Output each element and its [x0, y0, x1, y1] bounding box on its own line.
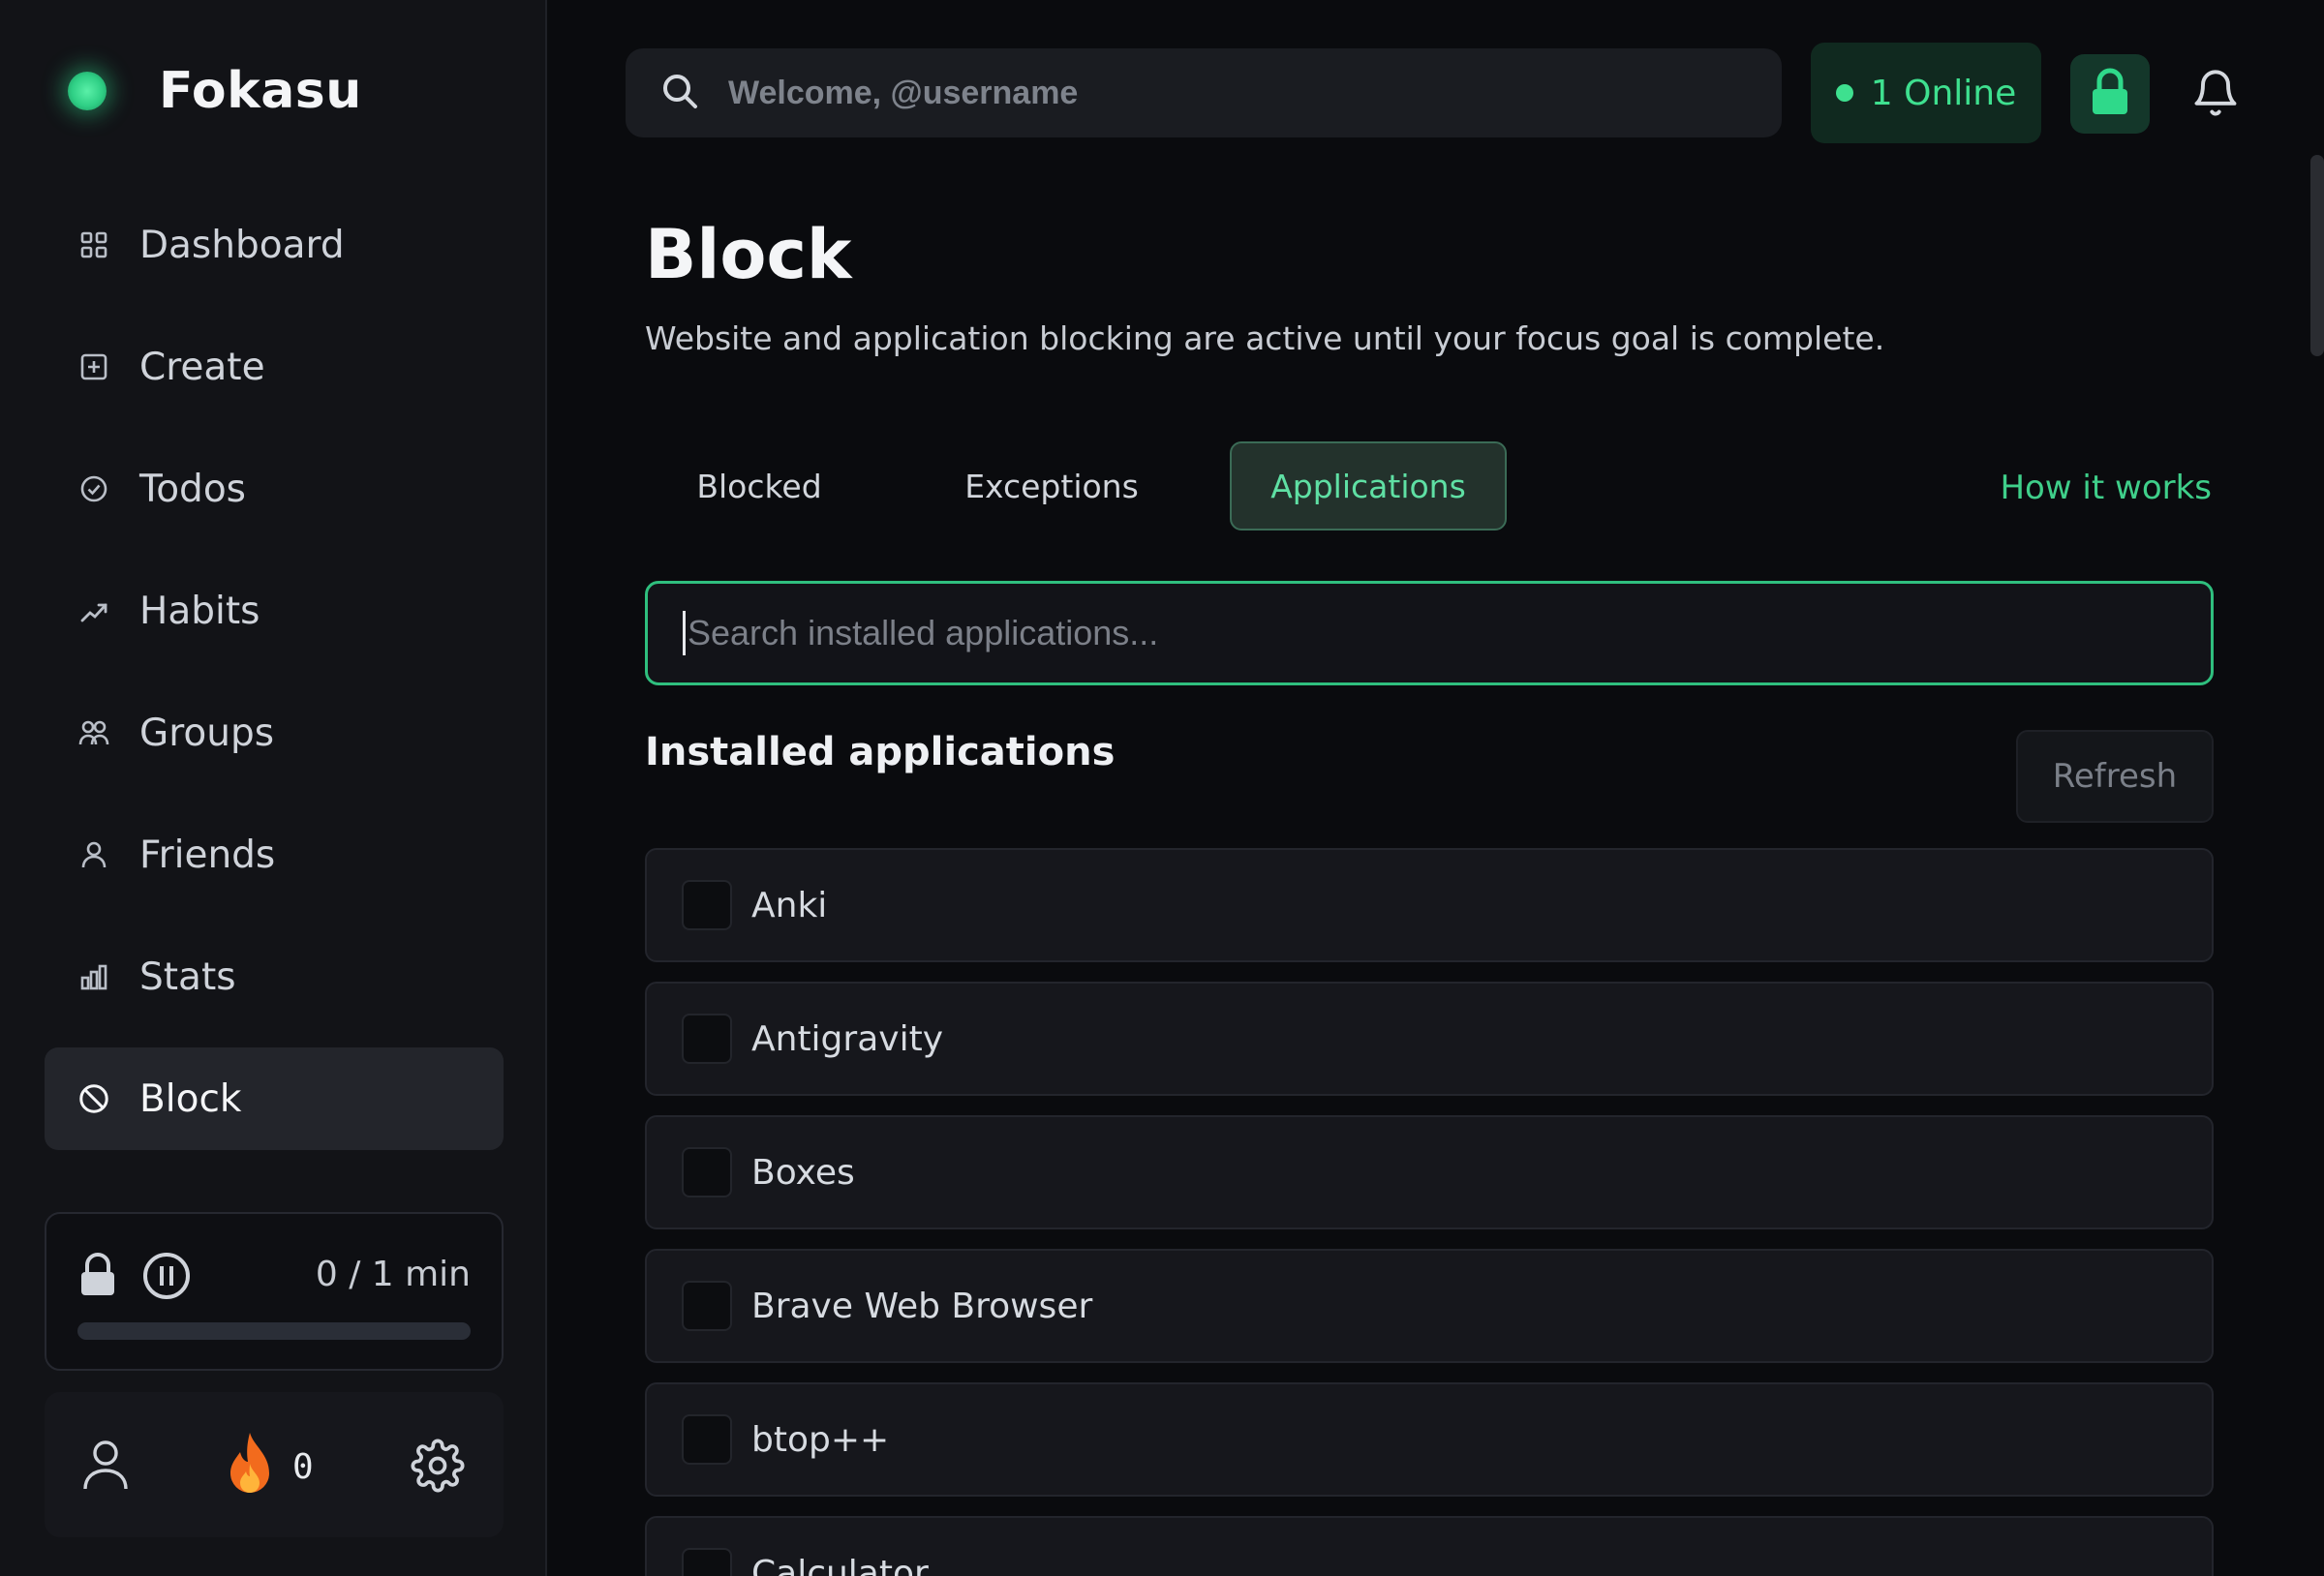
- text-caret: [683, 611, 686, 655]
- brand[interactable]: Fokasu: [68, 62, 362, 120]
- global-search-bar[interactable]: [626, 48, 1782, 137]
- sidebar-item-label: Dashboard: [139, 223, 345, 267]
- sidebar-nav: Dashboard Create Todos Habits Groups Fri…: [45, 194, 504, 1169]
- app-name: Brave Web Browser: [751, 1286, 1093, 1326]
- sidebar-item-groups[interactable]: Groups: [45, 682, 504, 784]
- profile-icon[interactable]: [81, 1439, 130, 1495]
- block-tabs: Blocked Exceptions Applications: [645, 441, 1507, 530]
- sidebar-footer: 0: [45, 1392, 504, 1537]
- app-search-input[interactable]: [688, 613, 2140, 653]
- sidebar-item-todos[interactable]: Todos: [45, 438, 504, 540]
- section-title: Installed applications: [645, 730, 1116, 774]
- pause-circle-icon[interactable]: [141, 1251, 192, 1305]
- app-checkbox[interactable]: [682, 1414, 732, 1465]
- user-icon: [77, 838, 110, 871]
- sidebar-item-block[interactable]: Block: [45, 1047, 504, 1150]
- app-name: Calculator: [751, 1553, 929, 1576]
- how-it-works-link[interactable]: How it works: [2000, 469, 2212, 507]
- sidebar-item-label: Friends: [139, 833, 276, 877]
- lock-icon[interactable]: [77, 1253, 118, 1301]
- sidebar-item-create[interactable]: Create: [45, 316, 504, 418]
- bar-chart-icon: [77, 960, 110, 993]
- tab-blocked[interactable]: Blocked: [645, 441, 873, 530]
- block-icon: [77, 1082, 110, 1115]
- grid-icon: [77, 228, 110, 261]
- sidebar-item-label: Groups: [139, 711, 275, 755]
- app-checkbox[interactable]: [682, 1548, 732, 1576]
- bell-icon: [2190, 70, 2241, 122]
- sidebar-item-label: Habits: [139, 589, 260, 633]
- lock-icon: [2089, 68, 2131, 120]
- global-search-input[interactable]: [728, 74, 1600, 112]
- timer-label: 0 / 1 min: [315, 1255, 471, 1294]
- timer-progress-track: [77, 1322, 471, 1340]
- search-icon: [660, 72, 699, 114]
- list-item[interactable]: Anki: [645, 848, 2214, 962]
- sidebar-item-label: Todos: [139, 467, 246, 511]
- list-item[interactable]: Brave Web Browser: [645, 1249, 2214, 1363]
- list-item[interactable]: Calculator: [645, 1516, 2214, 1576]
- app-checkbox[interactable]: [682, 1014, 732, 1064]
- list-item[interactable]: btop++: [645, 1382, 2214, 1497]
- trend-icon: [77, 594, 110, 627]
- tab-exceptions[interactable]: Exceptions: [873, 441, 1230, 530]
- sidebar-item-stats[interactable]: Stats: [45, 925, 504, 1028]
- installed-app-list: Anki Antigravity Boxes Brave Web Browser…: [645, 848, 2214, 1576]
- sidebar: Fokasu Dashboard Create Todos Habits Gro…: [0, 0, 547, 1576]
- page-title: Block: [645, 215, 852, 294]
- sidebar-item-label: Block: [139, 1076, 242, 1121]
- refresh-button[interactable]: Refresh: [2016, 730, 2214, 823]
- sidebar-item-label: Stats: [139, 955, 236, 999]
- sidebar-item-friends[interactable]: Friends: [45, 803, 504, 906]
- app-name: Boxes: [751, 1152, 855, 1193]
- online-dot: [1835, 84, 1853, 102]
- app-checkbox[interactable]: [682, 880, 732, 930]
- check-circle-icon: [77, 472, 110, 505]
- sidebar-item-habits[interactable]: Habits: [45, 560, 504, 662]
- lock-button[interactable]: [2070, 54, 2150, 134]
- brand-name: Fokasu: [159, 62, 362, 120]
- app-checkbox[interactable]: [682, 1147, 732, 1197]
- gear-icon[interactable]: [411, 1439, 465, 1497]
- app-checkbox[interactable]: [682, 1281, 732, 1331]
- page-description: Website and application blocking are act…: [645, 319, 1885, 357]
- list-item[interactable]: Antigravity: [645, 982, 2214, 1096]
- flame-icon: [223, 1431, 277, 1502]
- sidebar-item-dashboard[interactable]: Dashboard: [45, 194, 504, 296]
- streak-counter: 0: [223, 1431, 314, 1502]
- sidebar-item-label: Create: [139, 345, 265, 389]
- online-status-badge[interactable]: 1 Online: [1811, 43, 2041, 143]
- plus-square-icon: [77, 350, 110, 383]
- app-name: Anki: [751, 885, 828, 925]
- list-item[interactable]: Boxes: [645, 1115, 2214, 1229]
- app-search-box[interactable]: [645, 581, 2214, 685]
- app-root: Fokasu Dashboard Create Todos Habits Gro…: [0, 0, 2324, 1576]
- users-icon: [77, 716, 110, 749]
- app-name: btop++: [751, 1419, 890, 1460]
- notifications-button[interactable]: [2190, 68, 2241, 122]
- online-label: 1 Online: [1870, 73, 2017, 113]
- app-name: Antigravity: [751, 1018, 943, 1059]
- scrollbar-thumb[interactable]: [2310, 155, 2324, 356]
- brand-logo-dot: [68, 72, 107, 110]
- tab-applications[interactable]: Applications: [1230, 441, 1507, 530]
- focus-timer-card: 0 / 1 min: [45, 1212, 504, 1371]
- streak-count: 0: [292, 1446, 314, 1487]
